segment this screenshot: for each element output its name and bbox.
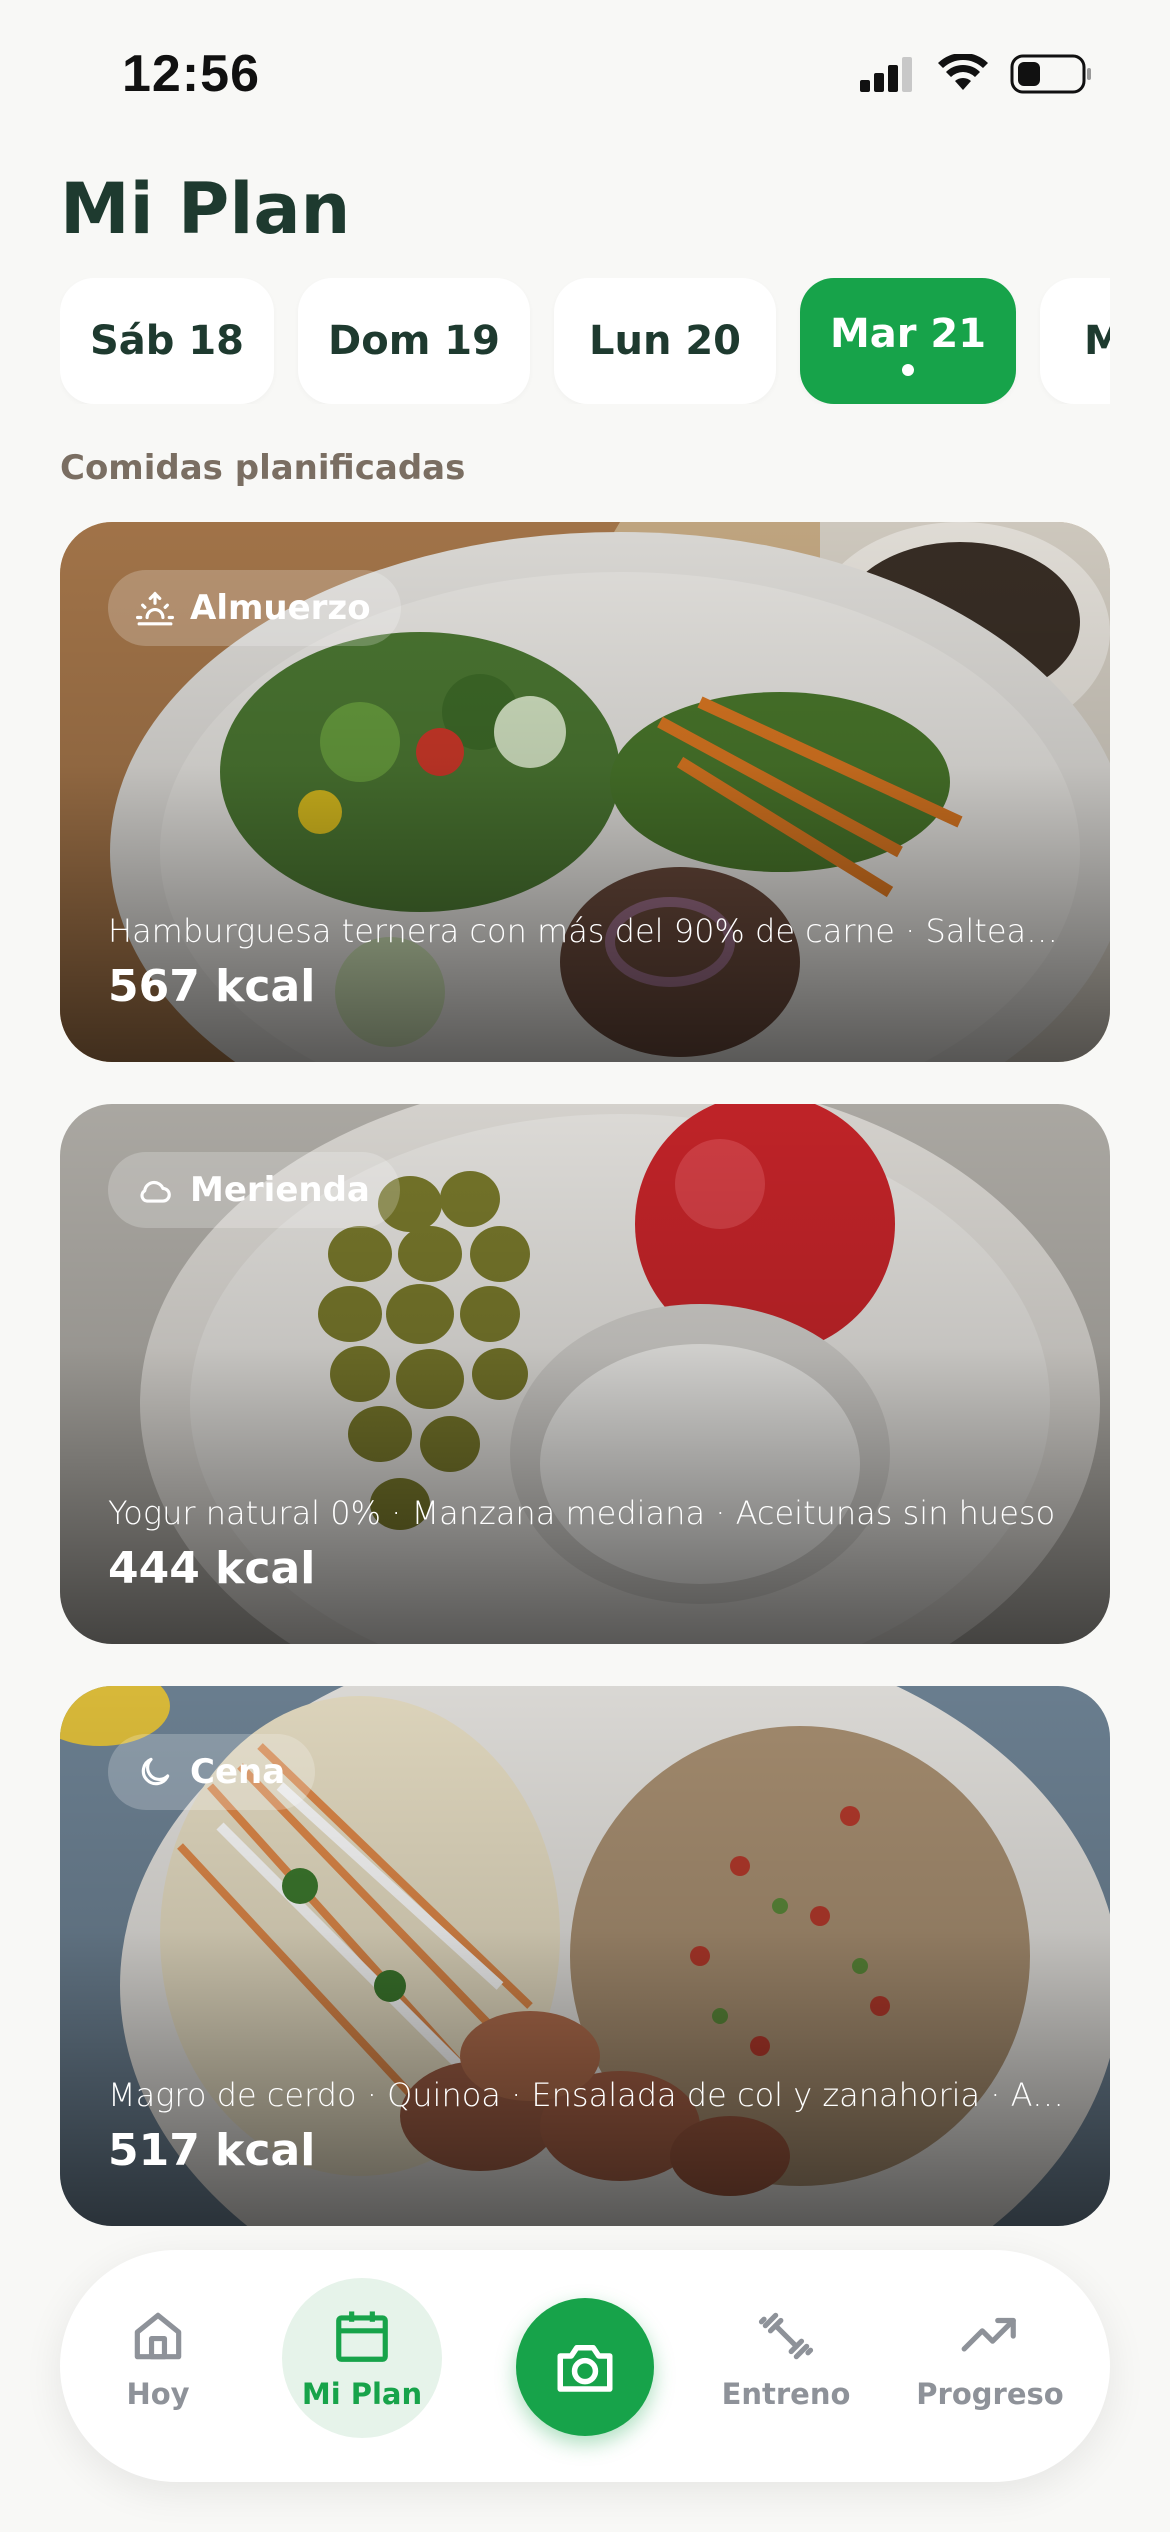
day-selector: Sáb 18 Dom 19 Lun 20 Mar 21 M bbox=[60, 278, 1110, 404]
status-bar: 12:56 bbox=[0, 0, 1170, 150]
sunrise-icon bbox=[136, 591, 174, 626]
home-icon bbox=[134, 2312, 182, 2360]
section-label: Comidas planificadas bbox=[60, 448, 466, 488]
status-time: 12:56 bbox=[122, 45, 260, 103]
day-chip-label: M bbox=[1084, 318, 1110, 364]
meal-type-badge: Merienda bbox=[108, 1152, 400, 1228]
calendar-icon bbox=[336, 2311, 388, 2362]
day-chip-mon-20[interactable]: Lun 20 bbox=[554, 278, 776, 404]
meal-type-badge: Cena bbox=[108, 1734, 316, 1810]
battery-icon bbox=[1010, 54, 1091, 94]
camera-button[interactable] bbox=[516, 2298, 654, 2436]
tab-label: Entreno bbox=[721, 2377, 851, 2411]
tab-my-plan[interactable]: Mi Plan bbox=[282, 2278, 442, 2438]
day-chip-sat-18[interactable]: Sáb 18 bbox=[60, 278, 274, 404]
meal-type-label: Merienda bbox=[190, 1170, 370, 1210]
dumbbell-icon bbox=[758, 2312, 814, 2360]
trending-up-icon bbox=[961, 2317, 1016, 2352]
meal-kcal: 567 kcal bbox=[108, 961, 316, 1012]
camera-icon bbox=[557, 2345, 613, 2392]
tab-label: Mi Plan bbox=[301, 2377, 423, 2411]
meal-type-label: Cena bbox=[190, 1752, 286, 1792]
bottom-tab-bar: Hoy Mi Plan Entreno Progreso bbox=[60, 2250, 1110, 2482]
tab-progress[interactable]: Progreso bbox=[910, 2278, 1070, 2438]
cellular-signal-icon bbox=[860, 57, 912, 92]
day-chip-sun-19[interactable]: Dom 19 bbox=[298, 278, 530, 404]
tab-home[interactable]: Hoy bbox=[78, 2278, 238, 2438]
meal-card-snack[interactable]: Merienda Yogur natural 0% · Manzana medi… bbox=[60, 1104, 1110, 1644]
status-icons bbox=[858, 54, 1092, 94]
meal-items: Yogur natural 0% · Manzana mediana · Ace… bbox=[108, 1494, 1056, 1532]
meal-items: Hamburguesa ternera con más del 90% de c… bbox=[108, 912, 1068, 950]
meal-card-lunch[interactable]: Almuerzo Hamburguesa ternera con más del… bbox=[60, 522, 1110, 1062]
tab-label: Progreso bbox=[916, 2377, 1064, 2411]
day-chip-label: Dom 19 bbox=[328, 318, 500, 364]
page-title: Mi Plan bbox=[60, 168, 351, 250]
meal-card-dinner[interactable]: Cena Magro de cerdo · Quinoa · Ensalada … bbox=[60, 1686, 1110, 2226]
wifi-icon bbox=[938, 54, 988, 90]
meal-kcal: 517 kcal bbox=[108, 2125, 316, 2176]
moon-icon bbox=[141, 1757, 170, 1786]
selected-day-indicator bbox=[902, 364, 914, 376]
day-chip-label: Sáb 18 bbox=[89, 318, 245, 364]
cloud-icon bbox=[140, 1181, 171, 1203]
meal-items: Magro de cerdo · Quinoa · Ensalada de co… bbox=[108, 2076, 1068, 2114]
day-chip-label: Lun 20 bbox=[588, 318, 742, 364]
day-chip-tue-21[interactable]: Mar 21 bbox=[800, 278, 1016, 404]
meal-type-label: Almuerzo bbox=[190, 588, 371, 628]
tab-label: Hoy bbox=[126, 2377, 190, 2411]
tab-workout[interactable]: Entreno bbox=[706, 2278, 866, 2438]
day-chip-wed-22[interactable]: M bbox=[1040, 278, 1110, 404]
meal-type-badge: Almuerzo bbox=[108, 570, 401, 646]
day-chip-label: Mar 21 bbox=[829, 311, 987, 357]
meal-kcal: 444 kcal bbox=[108, 1543, 316, 1594]
